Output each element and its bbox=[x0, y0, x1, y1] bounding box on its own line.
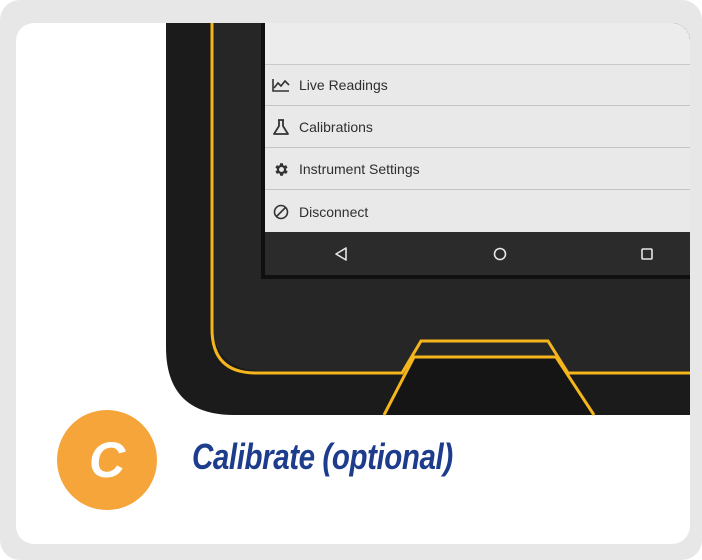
menu-item-live-readings[interactable]: Live Readings bbox=[265, 65, 690, 106]
tablet-screen: Live Readings Calibrations Instrument Se… bbox=[265, 23, 690, 275]
home-circle-icon[interactable] bbox=[490, 244, 510, 264]
menu-item-calibrations[interactable]: Calibrations bbox=[265, 107, 690, 148]
chart-line-icon bbox=[272, 76, 290, 94]
back-triangle-icon[interactable] bbox=[331, 244, 351, 264]
menu-item-disconnect[interactable]: Disconnect bbox=[265, 191, 690, 232]
menu-item-label: Disconnect bbox=[299, 203, 369, 220]
menu-item-label: Instrument Settings bbox=[299, 161, 420, 177]
gear-icon bbox=[272, 160, 290, 178]
screen-header-area bbox=[265, 23, 690, 65]
flask-icon bbox=[272, 118, 290, 136]
step-letter: C bbox=[88, 432, 126, 488]
step-title: Calibrate (optional) bbox=[192, 436, 453, 477]
recents-square-icon[interactable] bbox=[637, 244, 657, 264]
android-nav-bar bbox=[265, 232, 690, 275]
menu-item-label: Live Readings bbox=[299, 77, 388, 93]
block-icon bbox=[272, 203, 290, 221]
menu-item-instrument-settings[interactable]: Instrument Settings bbox=[265, 149, 690, 190]
menu-item-label: Calibrations bbox=[299, 119, 373, 135]
